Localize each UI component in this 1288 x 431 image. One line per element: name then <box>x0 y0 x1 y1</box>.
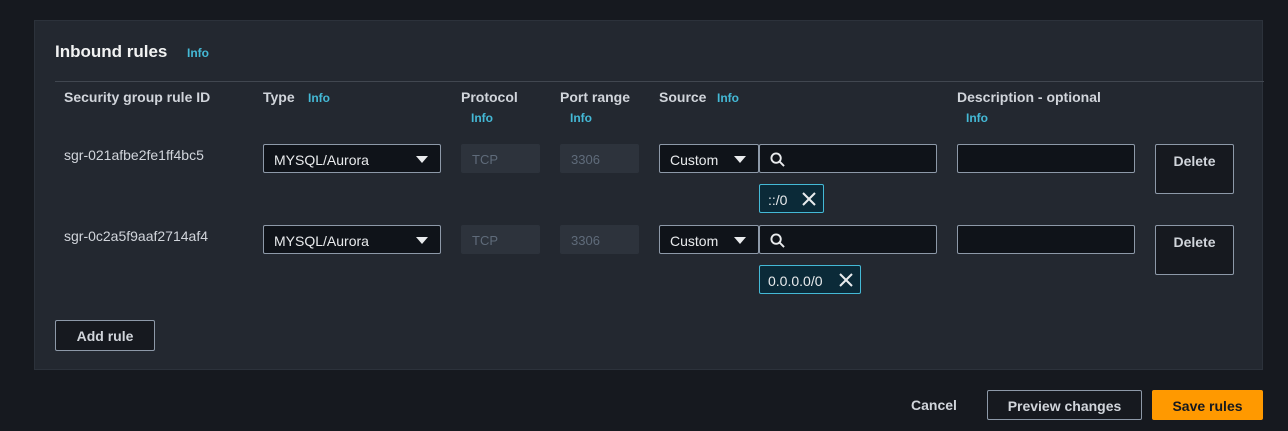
type-select[interactable]: MYSQL/Aurora <box>263 225 441 254</box>
col-header-description: Description - optional <box>957 89 1101 105</box>
type-select-value: MYSQL/Aurora <box>274 152 369 168</box>
header-divider <box>55 81 1264 82</box>
col-header-rule-id: Security group rule ID <box>64 89 211 105</box>
section-info-link[interactable]: Info <box>187 46 209 60</box>
protocol-field: TCP <box>461 144 540 173</box>
type-select[interactable]: MYSQL/Aurora <box>263 144 441 173</box>
close-icon[interactable] <box>838 272 854 288</box>
source-token-label: 0.0.0.0/0 <box>768 273 823 289</box>
source-token: ::/0 <box>759 184 824 213</box>
source-info-link[interactable]: Info <box>717 91 739 105</box>
source-search-input[interactable] <box>759 144 937 173</box>
rule-id: sgr-0c2a5f9aaf2714af4 <box>64 228 208 244</box>
source-search-input[interactable] <box>759 225 937 254</box>
search-icon <box>770 233 785 248</box>
add-rule-button[interactable]: Add rule <box>55 320 155 351</box>
description-input[interactable] <box>957 225 1135 254</box>
delete-rule-button[interactable]: Delete <box>1155 144 1234 194</box>
caret-down-icon <box>416 156 428 163</box>
caret-down-icon <box>734 156 746 163</box>
type-select-value: MYSQL/Aurora <box>274 233 369 249</box>
source-type-select[interactable]: Custom <box>659 225 759 254</box>
caret-down-icon <box>416 237 428 244</box>
delete-rule-button[interactable]: Delete <box>1155 225 1234 275</box>
port-range-info-link[interactable]: Info <box>570 111 592 125</box>
cancel-button[interactable]: Cancel <box>911 397 957 413</box>
protocol-info-link[interactable]: Info <box>471 111 493 125</box>
rule-id: sgr-021afbe2fe1ff4bc5 <box>64 147 204 163</box>
col-header-port-range: Port range <box>560 89 631 105</box>
caret-down-icon <box>734 237 746 244</box>
close-icon[interactable] <box>801 191 817 207</box>
source-token-label: ::/0 <box>768 192 788 208</box>
source-type-value: Custom <box>670 152 719 168</box>
type-info-link[interactable]: Info <box>308 91 330 105</box>
section-title: Inbound rules <box>55 42 168 61</box>
col-header-source: Source <box>659 89 707 105</box>
source-type-value: Custom <box>670 233 719 249</box>
port-range-field: 3306 <box>560 144 639 173</box>
source-token: 0.0.0.0/0 <box>759 265 861 294</box>
port-range-field: 3306 <box>560 225 639 254</box>
protocol-field: TCP <box>461 225 540 254</box>
description-info-link[interactable]: Info <box>966 111 988 125</box>
source-type-select[interactable]: Custom <box>659 144 759 173</box>
inbound-rules-panel: Inbound rules Info Security group rule I… <box>34 20 1264 370</box>
col-header-type: Type <box>263 89 295 105</box>
preview-changes-button[interactable]: Preview changes <box>987 390 1142 420</box>
save-rules-button[interactable]: Save rules <box>1152 390 1263 420</box>
description-input[interactable] <box>957 144 1135 173</box>
col-header-protocol: Protocol <box>461 89 518 105</box>
search-icon <box>770 152 785 167</box>
